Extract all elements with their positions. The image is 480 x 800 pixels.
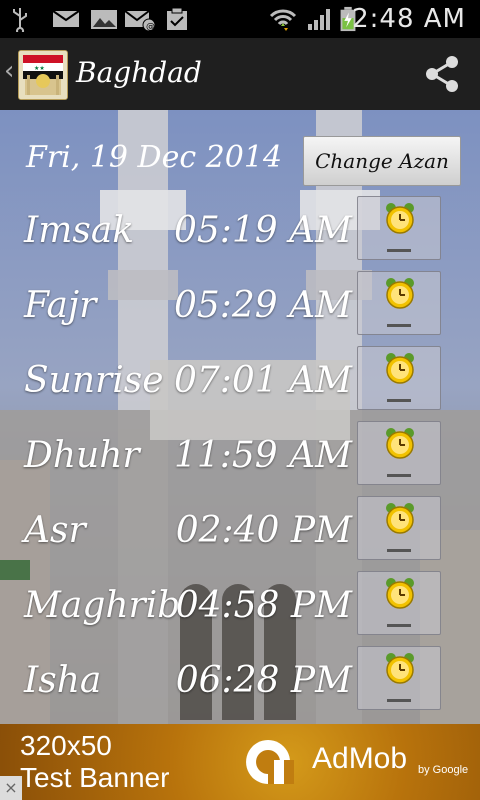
alarm-button[interactable] — [357, 271, 441, 335]
alarm-button[interactable] — [357, 196, 441, 260]
admob-by-google: by Google — [418, 764, 469, 776]
status-bar: @ 2:48 AM — [0, 0, 480, 38]
alarm-clock-icon — [386, 353, 414, 384]
alarm-indicator — [387, 549, 411, 552]
prayer-time: 05:29 AM — [173, 285, 352, 326]
alarm-clock-icon — [386, 428, 414, 459]
alarm-button[interactable] — [357, 646, 441, 710]
ad-banner[interactable]: 320x50 Test Banner × AdMob by Google — [0, 724, 480, 800]
alarm-clock-icon — [386, 278, 414, 309]
prayer-row-isha: Isha 06:28 PM — [0, 646, 480, 716]
prayer-time: 07:01 AM — [173, 360, 352, 401]
clipboard-icon — [167, 7, 187, 30]
alarm-indicator — [387, 324, 411, 327]
prayer-time: 04:58 PM — [175, 585, 352, 626]
prayer-row-asr: Asr 02:40 PM — [0, 496, 480, 566]
page-title: Baghdad — [76, 56, 202, 89]
alarm-indicator — [387, 249, 411, 252]
alarm-button[interactable] — [357, 346, 441, 410]
alarm-clock-icon — [386, 503, 414, 534]
prayer-row-maghrib: Maghrib 04:58 PM — [0, 571, 480, 641]
prayer-row-sunrise: Sunrise 07:01 AM — [0, 346, 480, 416]
wifi-icon — [269, 9, 297, 31]
prayer-time: 05:19 AM — [173, 210, 352, 251]
date-label: Fri, 19 Dec 2014 — [26, 140, 283, 175]
signal-icon — [308, 9, 330, 30]
admob-brand: AdMob — [312, 742, 408, 775]
prayer-time: 02:40 PM — [175, 510, 352, 551]
alarm-button[interactable] — [357, 571, 441, 635]
ad-line-size: 320x50 — [20, 730, 112, 761]
prayer-name: Dhuhr — [24, 435, 140, 476]
alarm-indicator — [387, 699, 411, 702]
prayer-time: 06:28 PM — [175, 660, 352, 701]
prayer-time: 11:59 AM — [173, 435, 352, 476]
prayer-row-dhuhr: Dhuhr 11:59 AM — [0, 421, 480, 491]
status-time: 2:48 AM — [352, 4, 466, 34]
share-icon[interactable] — [422, 54, 462, 94]
email-icon: @ — [124, 10, 156, 32]
action-bar: ‹ ★★ Baghdad — [0, 38, 480, 112]
ad-text: 320x50 Test Banner — [20, 730, 169, 794]
prayer-row-fajr: Fajr 05:29 AM — [0, 271, 480, 341]
gallery-icon — [91, 10, 117, 29]
mosque-flag-icon[interactable]: ★★ — [18, 50, 68, 100]
alarm-clock-icon — [386, 578, 414, 609]
prayer-name: Isha — [24, 660, 102, 701]
prayer-name: Asr — [24, 510, 86, 551]
prayer-times-panel: Fri, 19 Dec 2014 Change Azan Imsak 05:19… — [0, 110, 480, 724]
alarm-clock-icon — [386, 653, 414, 684]
admob-logo-icon — [246, 740, 294, 784]
alarm-indicator — [387, 624, 411, 627]
alarm-button[interactable] — [357, 421, 441, 485]
ad-close-button[interactable]: × — [0, 776, 22, 800]
prayer-name: Maghrib — [24, 585, 181, 626]
prayer-row-imsak: Imsak 05:19 AM — [0, 196, 480, 266]
back-chevron-icon[interactable]: ‹ — [4, 56, 14, 86]
alarm-indicator — [387, 399, 411, 402]
prayer-name: Imsak — [24, 210, 135, 251]
alarm-clock-icon — [386, 203, 414, 234]
alarm-indicator — [387, 474, 411, 477]
ad-line-label: Test Banner — [20, 762, 170, 793]
alarm-button[interactable] — [357, 496, 441, 560]
mail-icon — [52, 10, 80, 27]
prayer-name: Fajr — [24, 285, 97, 326]
usb-icon — [13, 8, 27, 32]
prayer-name: Sunrise — [24, 360, 164, 401]
svg-text:@: @ — [146, 22, 155, 32]
svg-text:★★: ★★ — [34, 65, 45, 72]
change-azan-button[interactable]: Change Azan — [303, 136, 461, 186]
